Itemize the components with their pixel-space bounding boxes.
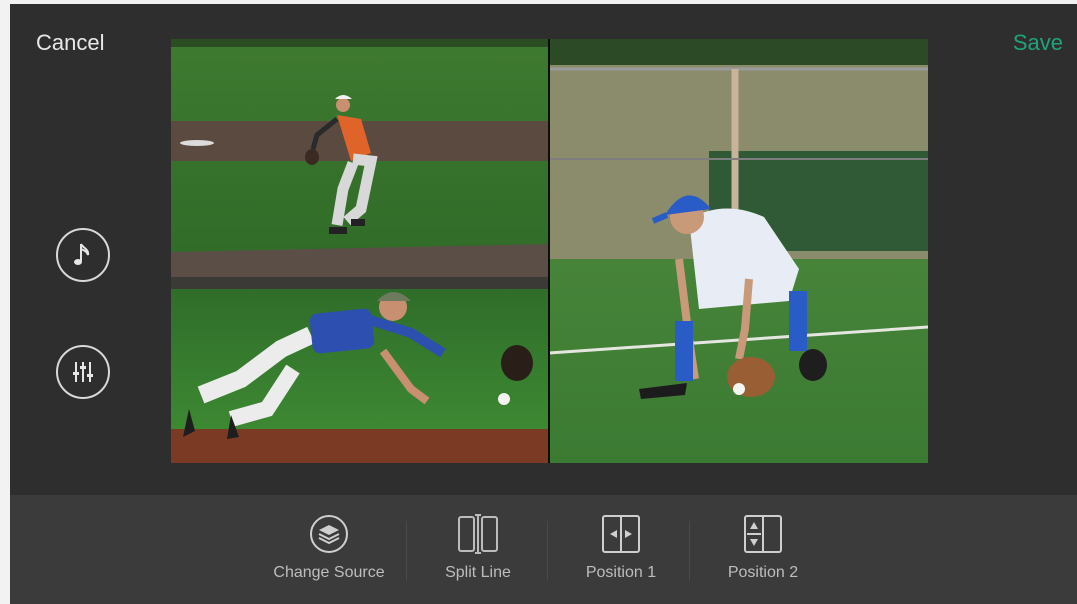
split-line-label: Split Line bbox=[445, 564, 511, 581]
position-2-tool[interactable]: Position 2 bbox=[708, 513, 818, 583]
change-source-label: Change Source bbox=[273, 564, 385, 581]
video-preview[interactable] bbox=[171, 39, 928, 463]
position-2-label: Position 2 bbox=[727, 564, 799, 581]
bottom-toolbar: Change Source Split Line Position 1 Posi… bbox=[10, 495, 1077, 604]
toolbar-divider bbox=[689, 521, 690, 581]
music-button[interactable] bbox=[56, 228, 110, 282]
layers-icon bbox=[310, 515, 348, 553]
vertical-arrows-icon bbox=[744, 515, 782, 553]
audio-mixer-button[interactable] bbox=[56, 345, 110, 399]
position-1-label: Position 1 bbox=[585, 564, 657, 581]
split-line-divider[interactable] bbox=[548, 39, 550, 463]
right-clip-frame bbox=[549, 39, 928, 463]
music-note-icon bbox=[74, 243, 90, 265]
change-source-tool[interactable]: Change Source bbox=[258, 513, 400, 583]
toolbar-divider bbox=[406, 521, 407, 581]
horizontal-arrows-icon bbox=[602, 515, 640, 553]
split-line-icon bbox=[458, 514, 498, 554]
right-clip[interactable] bbox=[549, 39, 928, 463]
split-line-tool[interactable]: Split Line bbox=[428, 513, 528, 583]
left-clip[interactable] bbox=[171, 39, 549, 463]
sliders-icon bbox=[73, 362, 93, 382]
cancel-button[interactable]: Cancel bbox=[36, 30, 104, 56]
save-button[interactable]: Save bbox=[1013, 30, 1063, 56]
left-clip-frame bbox=[171, 39, 549, 463]
position-1-tool[interactable]: Position 1 bbox=[566, 513, 676, 583]
split-screen-editor: Cancel Save Change Source Split Line Pos… bbox=[10, 4, 1077, 604]
toolbar-divider bbox=[547, 521, 548, 581]
